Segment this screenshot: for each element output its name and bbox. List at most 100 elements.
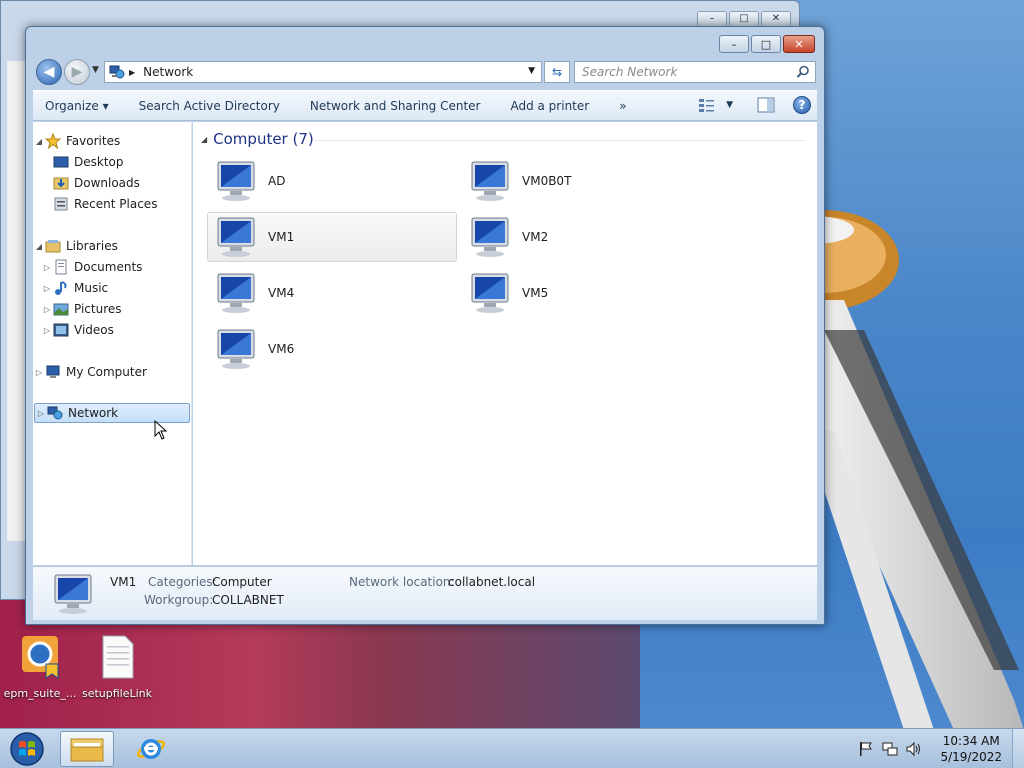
desktop-icon-epm-suite[interactable]: epm_suite_... [0, 632, 80, 700]
taskbar-explorer-button[interactable] [60, 731, 114, 767]
preview-pane-icon[interactable] [757, 97, 775, 113]
forward-button[interactable]: ▶ [64, 59, 90, 85]
close-button[interactable]: ✕ [783, 35, 815, 53]
search-active-directory-button[interactable]: Search Active Directory [124, 99, 295, 113]
libraries-icon [45, 240, 61, 253]
computer-tile[interactable]: VM4 [207, 268, 457, 318]
address-dropdown-icon[interactable]: ▼ [528, 66, 535, 76]
music-icon [55, 281, 67, 295]
computer-tile[interactable]: VM6 [207, 324, 457, 374]
workgroup-label: Workgroup: [144, 593, 214, 607]
group-divider [315, 140, 805, 141]
action-center-flag-icon[interactable] [858, 741, 874, 757]
collapse-arrow-icon[interactable]: ◢ [33, 242, 45, 251]
minimize-button[interactable]: – [719, 35, 749, 53]
bg-minimize-button[interactable]: – [697, 11, 727, 27]
computer-icon [217, 273, 255, 313]
computer-icon [217, 161, 255, 201]
pictures-icon [53, 303, 69, 316]
content-pane: ◢ Computer (7) AD VM0B0T VM1 VM2 VM4 VM5 [193, 122, 817, 565]
computer-icon [46, 365, 60, 378]
clock-date: 5/19/2022 [940, 750, 1002, 764]
breadcrumb-separator-icon[interactable]: ▶ [129, 68, 135, 77]
nav-favorites[interactable]: ◢ Favorites [33, 131, 120, 151]
computer-icon [471, 217, 509, 257]
nav-my-computer-label: My Computer [66, 365, 147, 379]
computer-icon [217, 217, 255, 257]
nav-my-computer[interactable]: ▷ My Computer [33, 362, 147, 382]
help-button[interactable]: ? [793, 96, 811, 114]
bg-maximize-button[interactable]: □ [729, 11, 759, 27]
search-input[interactable] [582, 65, 782, 79]
change-view-icon[interactable] [698, 97, 716, 113]
add-printer-button[interactable]: Add a printer [495, 99, 604, 113]
nav-desktop-label: Desktop [74, 155, 124, 169]
computer-name: VM4 [268, 286, 295, 300]
nav-documents[interactable]: ▷ Documents [41, 257, 142, 277]
back-button[interactable]: ◀ [36, 59, 62, 85]
address-bar[interactable]: ▶ Network ▼ [104, 61, 542, 83]
computer-tile[interactable]: VM0B0T [461, 156, 711, 206]
computer-tile[interactable]: VM5 [461, 268, 711, 318]
documents-icon [55, 259, 67, 275]
expand-arrow-icon[interactable]: ▷ [41, 326, 53, 335]
search-icon[interactable] [796, 65, 810, 79]
expand-arrow-icon[interactable]: ▷ [41, 305, 53, 314]
bg-close-button[interactable]: ✕ [761, 11, 791, 27]
nav-videos-label: Videos [74, 323, 114, 337]
desktop-icon-label: epm_suite_... [3, 687, 77, 700]
network-sharing-center-button[interactable]: Network and Sharing Center [295, 99, 496, 113]
downloads-folder-icon [53, 177, 69, 190]
computer-tile[interactable]: AD [207, 156, 457, 206]
desktop-icon-setupfilelink[interactable]: setupfileLink [77, 632, 157, 700]
computer-icon [54, 574, 92, 614]
network-status-icon[interactable] [882, 741, 898, 757]
nav-music[interactable]: ▷ Music [41, 278, 108, 298]
videos-icon [53, 323, 69, 337]
folder-icon [70, 738, 104, 762]
taskbar-ie-button[interactable] [124, 731, 178, 767]
computer-name: VM6 [268, 342, 295, 356]
details-pane: VM1 Categories: Computer Workgroup: COLL… [33, 566, 817, 620]
navigation-pane: ◢ Favorites Desktop Downloads Recent Pla… [33, 122, 192, 565]
computer-tile[interactable]: VM1 [207, 212, 457, 262]
nav-downloads[interactable]: Downloads [53, 173, 140, 193]
expand-arrow-icon[interactable]: ▷ [35, 409, 47, 418]
nav-recent-places-label: Recent Places [74, 197, 158, 211]
computer-name: AD [268, 174, 286, 188]
more-commands-button[interactable]: » [604, 99, 641, 113]
recent-pages-dropdown[interactable]: ▼ [92, 65, 99, 75]
nav-pictures[interactable]: ▷ Pictures [41, 299, 122, 319]
search-box[interactable] [574, 61, 816, 83]
expand-arrow-icon[interactable]: ▷ [41, 263, 53, 272]
breadcrumb-network[interactable]: Network [143, 65, 193, 79]
volume-icon[interactable] [906, 741, 922, 757]
nav-libraries[interactable]: ◢ Libraries [33, 236, 118, 256]
maximize-button[interactable]: □ [751, 35, 781, 53]
network-icon [47, 406, 63, 420]
nav-desktop[interactable]: Desktop [53, 152, 124, 172]
computer-name: VM1 [268, 230, 295, 244]
expand-arrow-icon[interactable]: ▷ [33, 368, 45, 377]
computer-icon [471, 273, 509, 313]
collapse-arrow-icon[interactable]: ◢ [201, 135, 207, 144]
view-options-dropdown-icon[interactable]: ▼ [726, 100, 733, 110]
computer-tile[interactable]: VM2 [461, 212, 711, 262]
recent-places-icon [54, 197, 68, 211]
nav-recent-places[interactable]: Recent Places [53, 194, 157, 214]
collapse-arrow-icon[interactable]: ◢ [33, 137, 45, 146]
organize-menu[interactable]: Organize ▾ [33, 99, 124, 113]
taskbar: 10:34 AM 5/19/2022 [0, 728, 1024, 768]
network-location-label: Network location: [349, 575, 455, 589]
clock[interactable]: 10:34 AM 5/19/2022 [940, 733, 1002, 765]
navigation-bar: ◀ ▶ ▼ ▶ Network ▼ ⇆ [34, 58, 818, 86]
show-desktop-button[interactable] [1012, 729, 1024, 768]
nav-downloads-label: Downloads [74, 176, 140, 190]
group-header[interactable]: ◢ Computer (7) [201, 130, 314, 148]
refresh-button[interactable]: ⇆ [544, 61, 570, 83]
nav-videos[interactable]: ▷ Videos [41, 320, 114, 340]
nav-music-label: Music [74, 281, 109, 295]
nav-pictures-label: Pictures [74, 302, 122, 316]
start-button[interactable] [6, 731, 48, 767]
expand-arrow-icon[interactable]: ▷ [41, 284, 53, 293]
